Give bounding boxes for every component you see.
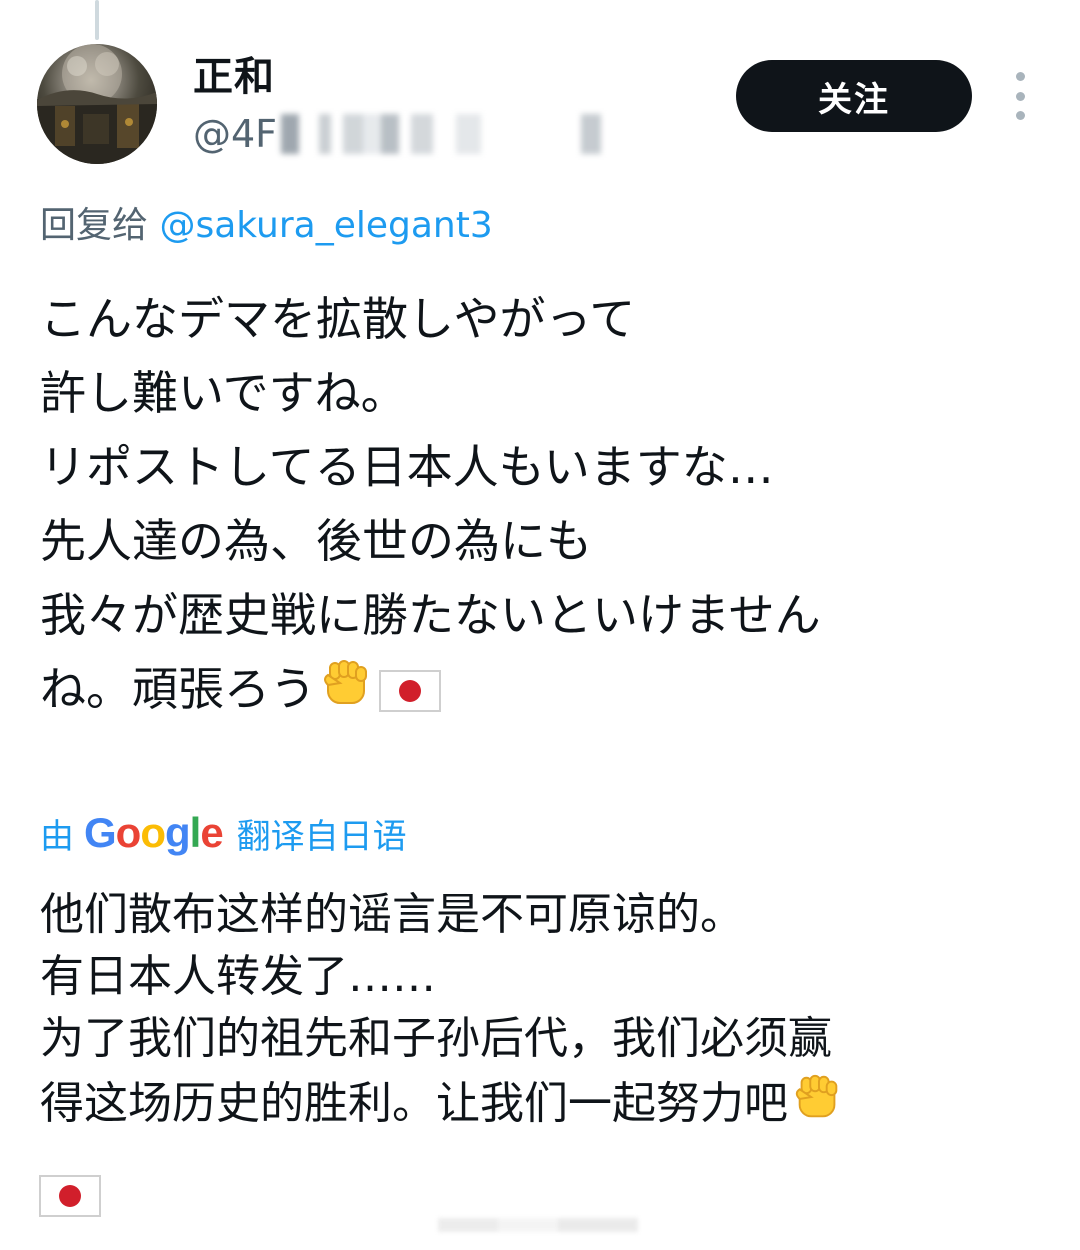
tweet-line: リポストしてる日本人もいますな… (40, 440, 774, 494)
thread-connector-line (95, 0, 99, 40)
tweet-line: 我々が歴史戦に勝たないといけません (40, 588, 821, 642)
translate-attribution[interactable]: 由 Google 翻译自日语 (40, 806, 407, 860)
translate-by-prefix: 由 (40, 816, 74, 857)
translated-line: 他们散布这样的谣言是不可原谅的。 (40, 889, 744, 940)
handle-redaction (281, 114, 682, 154)
tweet-line-last: ね。頑張ろう (40, 652, 1040, 726)
tweet-line-text: ね。頑張ろう (40, 662, 316, 716)
tweet-line: 許し難いですね。 (40, 366, 407, 420)
raised-fist-emoji-icon (318, 655, 376, 734)
more-dot (1015, 111, 1025, 120)
reply-to-line: 回复给 @sakura_elegant3 (40, 200, 493, 252)
author-display-name[interactable]: 正和 (193, 50, 275, 104)
reply-to-mention[interactable]: @sakura_elegant3 (159, 205, 492, 246)
japan-flag-emoji-icon (378, 660, 442, 734)
tweet-line: 先人達の為、後世の為にも (40, 514, 592, 568)
tweet-original-text: こんなデマを拡散しやがって 許し難いですね。 リポストしてる日本人もいますな… … (40, 282, 1040, 726)
tweet-line: こんなデマを拡散しやがって (40, 292, 636, 346)
watermark (438, 1218, 638, 1232)
follow-button[interactable]: 关注 (736, 60, 972, 132)
author-handle[interactable]: @4F (193, 109, 277, 159)
translated-line-text: 得这场历史的胜利。让我们一起努力吧 (40, 1078, 788, 1129)
translate-source-label: 翻译自日语 (236, 816, 407, 857)
author-handle-row[interactable]: @4F (193, 106, 682, 162)
tweet-translated-text: 他们散布这样的谣言是不可原谅的。 有日本人转发了…… 为了我们的祖先和子孙后代，… (40, 884, 1060, 1132)
translated-line: 为了我们的祖先和子孙后代，我们必须赢 (40, 1013, 832, 1064)
raised-fist-emoji-icon (790, 1070, 846, 1143)
avatar[interactable] (37, 44, 157, 164)
google-logo: Google (84, 809, 224, 856)
more-options-icon[interactable] (1008, 72, 1032, 120)
translated-line: 有日本人转发了…… (40, 951, 436, 1002)
japan-flag-emoji-icon (38, 1172, 102, 1222)
more-dot (1015, 91, 1025, 101)
more-dot (1015, 72, 1025, 81)
reply-to-prefix: 回复给 (40, 205, 149, 246)
avatar-image (37, 44, 157, 164)
translated-line-last: 得这场历史的胜利。让我们一起努力吧 (40, 1070, 1060, 1132)
